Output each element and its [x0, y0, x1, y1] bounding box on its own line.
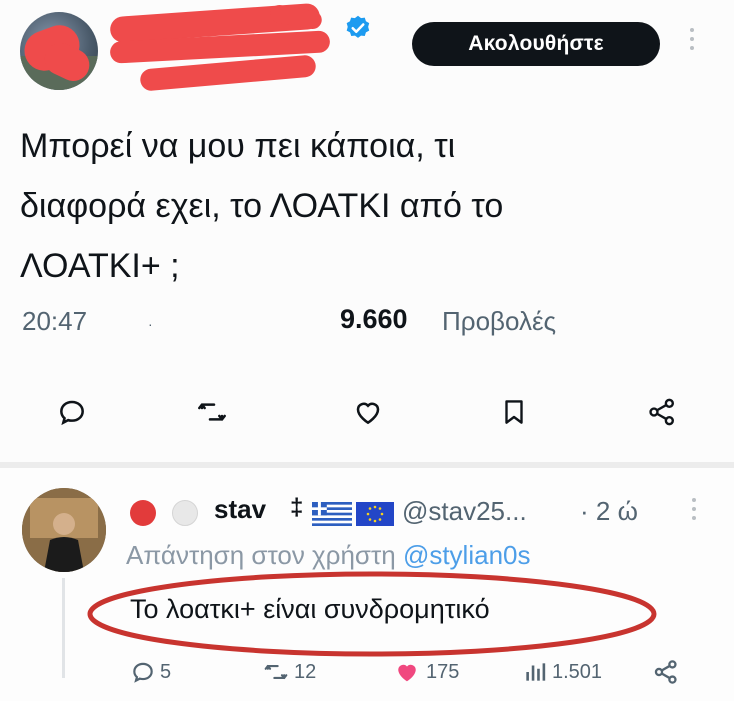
more-options-icon[interactable] — [688, 498, 700, 528]
share-icon[interactable] — [642, 392, 682, 432]
reply-display-name[interactable]: stav — [214, 494, 266, 525]
post-action-bar — [0, 392, 734, 436]
like-icon[interactable] — [348, 392, 388, 432]
verified-badge-icon — [346, 15, 370, 38]
like-filled-icon — [398, 664, 416, 682]
red-circle-icon — [130, 500, 156, 526]
post-text-line: διαφορά εχει, το ΛΟΑΤΚΙ από το — [20, 187, 504, 225]
likes-count: 175 — [426, 660, 460, 683]
reply-post: stav ‡ @stav25... · 2 ώ Απάντηση στον χρ… — [0, 468, 734, 701]
views-label: Προβολές — [442, 306, 557, 336]
main-post: Ακολουθήστε Μπορεί να μου πει κάποια, τι… — [0, 0, 734, 462]
post-text: Μπορεί να μου πει κάποια, τι διαφορά εχε… — [20, 116, 700, 296]
replying-to: Απάντηση στον χρήστη @stylian0s — [126, 540, 531, 571]
reply-icon — [133, 662, 153, 683]
greek-flag-icon — [312, 502, 352, 526]
replying-to-prefix: Απάντηση στον χρήστη — [126, 540, 403, 570]
reply-retweets-stat[interactable]: 12 — [262, 654, 316, 690]
replies-count: 5 — [160, 660, 172, 683]
post-timestamp[interactable]: 20:47 — [22, 306, 87, 337]
retweet-icon[interactable] — [192, 392, 232, 432]
more-options-icon[interactable] — [686, 28, 698, 58]
reply-timestamp[interactable]: · 2 ώ — [580, 496, 638, 527]
annotation-ellipse — [87, 571, 657, 657]
retweets-count: 12 — [294, 660, 317, 683]
views-count: 1.501 — [552, 660, 603, 683]
reply-views-stat[interactable]: 1.501 — [522, 654, 602, 690]
retweet-icon — [264, 664, 288, 680]
eu-flag-icon — [356, 502, 394, 526]
reply-likes-stat[interactable]: 175 — [392, 654, 459, 690]
reply-icon[interactable] — [52, 392, 92, 432]
share-icon — [654, 660, 677, 684]
reply-author-avatar[interactable] — [22, 488, 106, 572]
follow-button[interactable]: Ακολουθήστε — [412, 22, 660, 66]
reply-share-icon[interactable] — [652, 654, 680, 690]
bookmark-icon[interactable] — [494, 392, 534, 432]
reply-handle[interactable]: @stav25... — [402, 496, 527, 527]
reply-replies-stat[interactable]: 5 — [130, 654, 171, 690]
views-count: 9.660 — [340, 304, 408, 334]
white-circle-icon — [172, 500, 198, 526]
post-text-line: ΛΟΑΤΚΙ+ ; — [20, 247, 180, 285]
replying-to-mention[interactable]: @stylian0s — [403, 540, 531, 570]
views-icon — [526, 663, 546, 681]
post-text-line: Μπορεί να μου πει κάποια, τι — [20, 127, 456, 165]
name-symbol: ‡ — [290, 494, 304, 521]
reply-action-bar: 5 12 175 1.501 — [0, 654, 734, 694]
timestamp-separator: · — [148, 316, 153, 332]
